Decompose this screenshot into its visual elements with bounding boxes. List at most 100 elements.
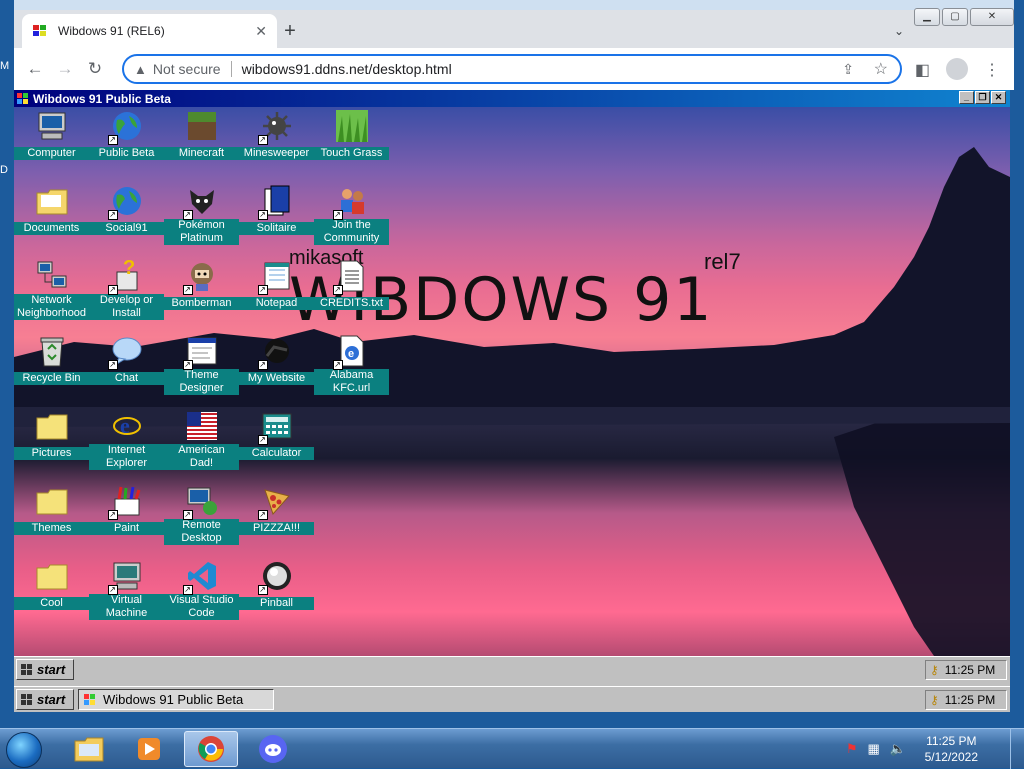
paint-icon: ↗: [107, 484, 144, 520]
close-window-icon[interactable]: ✕: [970, 8, 1014, 26]
pizza-icon: ↗: [257, 484, 294, 520]
ie-icon: e: [110, 409, 144, 443]
desktop-icon-chat[interactable]: ↗ Chat: [89, 332, 164, 386]
window-controls: ▁ ▢ ✕: [914, 8, 1014, 26]
profile-avatar[interactable]: [946, 58, 968, 80]
browser-tab[interactable]: Wibdows 91 (REL6) ✕: [22, 14, 277, 48]
browser-window: Wibdows 91 (REL6) ✕ + ⌄ ▁ ▢ ✕ ← → ↻ ▲ No…: [14, 0, 1014, 90]
desktop-icon-alabama-kfc[interactable]: e ↗ Alabama KFC.url: [314, 332, 389, 396]
os-date: 5/12/2022: [924, 750, 978, 764]
desktop-icon-touch-grass[interactable]: Touch Grass: [314, 107, 389, 161]
desktop-icon-pinball[interactable]: ↗ Pinball: [239, 557, 314, 611]
warning-icon[interactable]: ▲: [134, 62, 147, 77]
discord-taskbar-icon[interactable]: [246, 731, 300, 767]
bookmark-star-icon[interactable]: ☆: [874, 59, 888, 79]
show-desktop-button[interactable]: [1010, 729, 1024, 769]
desktop-icon-pokemon[interactable]: ↗ Pokémon Platinum: [164, 182, 239, 246]
desktop-icon-american-dad[interactable]: American Dad!: [164, 407, 239, 471]
key-icon[interactable]: ⚷: [930, 693, 939, 707]
people-icon: ↗: [332, 184, 369, 220]
desktop-icon-public-beta[interactable]: ↗ Public Beta: [89, 107, 164, 161]
network-icon: [35, 259, 69, 293]
desktop-icon-internet-explorer[interactable]: e Internet Explorer: [89, 407, 164, 471]
close-icon[interactable]: ✕: [991, 91, 1006, 104]
minimize-icon[interactable]: ▁: [914, 8, 940, 26]
desktop-icon-bomberman[interactable]: ↗ Bomberman: [164, 257, 239, 311]
desktop-icon-social91[interactable]: ↗ Social91: [89, 182, 164, 236]
security-label[interactable]: Not secure: [153, 61, 221, 77]
new-tab-icon[interactable]: +: [276, 18, 304, 46]
start-button[interactable]: start: [16, 659, 74, 680]
svg-text:e: e: [348, 348, 354, 360]
clock: 11:25 PM: [944, 693, 996, 707]
share-icon[interactable]: ⇪: [842, 61, 854, 78]
window-icon: ↗: [182, 334, 219, 370]
action-center-flag-icon[interactable]: ⚑: [846, 741, 858, 757]
explorer-taskbar-icon[interactable]: [62, 731, 116, 767]
close-tab-icon[interactable]: ✕: [255, 23, 267, 40]
desktop-icon-notepad[interactable]: ↗ Notepad: [239, 257, 314, 311]
menu-kebab-icon[interactable]: ⋮: [984, 60, 1000, 82]
tab-search-chevron-icon[interactable]: ⌄: [894, 24, 904, 38]
desktop-icon-develop[interactable]: ? ↗ Develop or Install: [89, 257, 164, 321]
maximize-icon[interactable]: ▢: [942, 8, 968, 26]
task-button-wibdows[interactable]: Wibdows 91 Public Beta: [78, 689, 274, 710]
desktop-icon-network[interactable]: Network Neighborhood: [14, 257, 89, 321]
desktop-icon-solitaire[interactable]: ↗ Solitaire: [239, 182, 314, 236]
globe-icon: ↗: [107, 109, 144, 145]
desktop-edge-letter: D: [0, 164, 8, 176]
network-icon[interactable]: ▦: [868, 741, 880, 757]
address-bar[interactable]: ▲ Not secure wibdows91.ddns.net/desktop.…: [122, 54, 902, 84]
help-icon: ? ↗: [107, 259, 144, 295]
desktop-icon-recycle-bin[interactable]: Recycle Bin: [14, 332, 89, 386]
wibdows-favicon-icon: [33, 25, 46, 36]
os-clock[interactable]: 11:25 PM 5/12/2022: [925, 733, 978, 765]
volume-icon[interactable]: 🔈: [890, 741, 906, 757]
desktop-icon-paint[interactable]: ↗ Paint: [89, 482, 164, 536]
desktop-area[interactable]: mikasoft WIBDOWS 91 rel7 Computer ↗ Publ…: [14, 107, 1010, 656]
desktop-icon-theme-designer[interactable]: ↗ Theme Designer: [164, 332, 239, 396]
tab-title: Wibdows 91 (REL6): [58, 24, 165, 38]
url-text[interactable]: wibdows91.ddns.net/desktop.html: [242, 61, 452, 77]
desktop-icon-cool[interactable]: Cool: [14, 557, 89, 611]
flag-icon: [185, 409, 219, 443]
wibdows-title-bar[interactable]: Wibdows 91 Public Beta _ ❐ ✕: [14, 90, 1010, 107]
desktop-icon-themes[interactable]: Themes: [14, 482, 89, 536]
desktop-icon-remote-desktop[interactable]: ↗ Remote Desktop: [164, 482, 239, 546]
desktop-icon-vscode[interactable]: ↗ Visual Studio Code: [164, 557, 239, 621]
chrome-taskbar-icon[interactable]: [184, 731, 238, 767]
desktop-icon-pizza[interactable]: ↗ PIZZZA!!!: [239, 482, 314, 536]
desktop-icon-minecraft[interactable]: Minecraft: [164, 107, 239, 161]
side-panel-icon[interactable]: ◧: [915, 60, 930, 82]
address-separator: [230, 61, 232, 77]
restore-icon[interactable]: ❐: [975, 91, 990, 104]
media-player-taskbar-icon[interactable]: [122, 731, 176, 767]
reload-icon[interactable]: ↻: [80, 59, 110, 79]
forward-arrow-icon[interactable]: →: [50, 59, 80, 79]
toolbar-right: ◧ ⋮: [915, 58, 1000, 82]
desktop-icon-virtual-machine[interactable]: ↗ Virtual Machine: [89, 557, 164, 621]
web-icon: ↗: [257, 334, 294, 370]
start-button[interactable]: start: [16, 689, 74, 710]
browser-toolbar: ← → ↻ ▲ Not secure wibdows91.ddns.net/de…: [14, 48, 1014, 90]
desktop-icon-computer[interactable]: Computer: [14, 107, 89, 161]
windows-start-orb-icon[interactable]: [6, 732, 42, 768]
cards-icon: ↗: [257, 184, 294, 220]
desktop-icon-community[interactable]: ↗ Join the Community: [314, 182, 389, 246]
desktop-icon-minesweeper[interactable]: ↗ Minesweeper: [239, 107, 314, 161]
desktop-icon-documents[interactable]: Documents: [14, 182, 89, 236]
desktop-icon-calculator[interactable]: ↗ Calculator: [239, 407, 314, 461]
bomberman-icon: ↗: [182, 259, 219, 295]
wibdows-title: Wibdows 91 Public Beta: [33, 91, 171, 106]
wibdows-taskbar-secondary: start Wibdows 91 Public Beta ⚷ 11:25 PM: [14, 686, 1010, 712]
minimize-icon[interactable]: _: [959, 91, 974, 104]
desktop-icon-credits[interactable]: ↗ CREDITS.txt: [314, 257, 389, 311]
key-icon[interactable]: ⚷: [930, 663, 939, 677]
folder-icon: [35, 559, 69, 593]
back-arrow-icon[interactable]: ←: [20, 59, 50, 79]
desktop-icon-my-website[interactable]: ↗ My Website: [239, 332, 314, 386]
vm-icon: ↗: [107, 559, 144, 595]
desktop-icon-pictures[interactable]: Pictures: [14, 407, 89, 461]
os-time: 11:25 PM: [926, 734, 977, 748]
chat-bubble-icon: ↗: [107, 334, 144, 370]
